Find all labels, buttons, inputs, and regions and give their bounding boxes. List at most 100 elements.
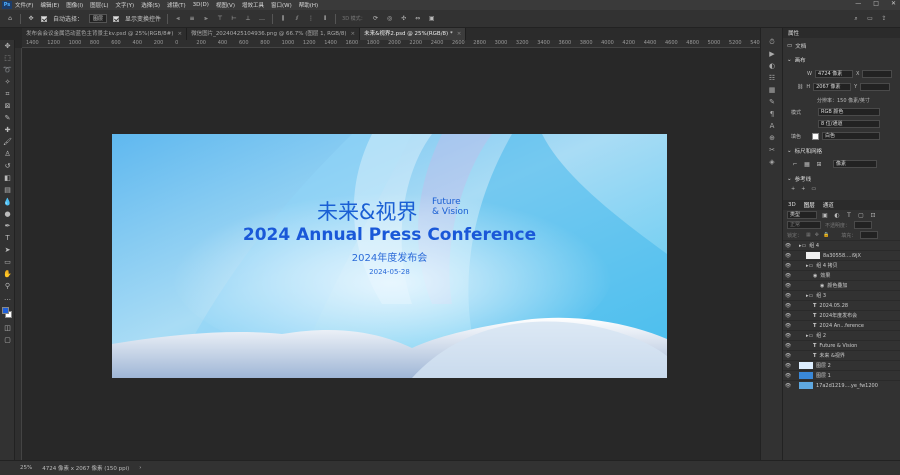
rectangle-tool-icon[interactable]: ▭ bbox=[0, 256, 15, 268]
layer-row[interactable]: 👁 ▸▭ 组 4 bbox=[783, 240, 900, 250]
y-field[interactable] bbox=[860, 83, 891, 91]
guide-add-icon[interactable]: + bbox=[791, 186, 795, 192]
menu-plugins[interactable]: 增效工具 bbox=[242, 1, 264, 9]
menu-image[interactable]: 图像(I) bbox=[66, 1, 83, 9]
clone-source-icon[interactable]: ⊕ bbox=[761, 132, 783, 144]
close-icon[interactable]: × bbox=[177, 31, 182, 37]
tab-properties[interactable]: 属性 bbox=[788, 29, 799, 37]
slide-3d-icon[interactable]: ⇔ bbox=[414, 15, 422, 23]
actions-icon[interactable]: ▶ bbox=[761, 48, 783, 60]
visibility-eye-icon[interactable]: 👁 bbox=[783, 373, 793, 379]
distribute-v-icon[interactable]: ⫽ bbox=[293, 15, 301, 23]
zoom-tool-icon[interactable]: ⚲ bbox=[0, 280, 15, 292]
visibility-eye-icon[interactable]: 👁 bbox=[783, 343, 793, 349]
fill-swatch[interactable] bbox=[812, 132, 819, 140]
gradient-tool-icon[interactable]: ▤ bbox=[0, 184, 15, 196]
menu-filter[interactable]: 滤镜(T) bbox=[167, 1, 186, 9]
close-icon[interactable]: × bbox=[350, 31, 355, 37]
visibility-eye-icon[interactable]: 👁 bbox=[783, 283, 793, 289]
menu-edit[interactable]: 编辑(E) bbox=[40, 1, 59, 9]
path-select-icon[interactable]: ➤ bbox=[0, 244, 15, 256]
pixel-grid-icon[interactable]: ⊞ bbox=[815, 160, 823, 168]
history-brush-icon[interactable]: ↺ bbox=[0, 160, 15, 172]
close-icon[interactable]: × bbox=[457, 31, 462, 37]
grid-icon[interactable]: ▦ bbox=[803, 160, 811, 168]
blur-tool-icon[interactable]: 💧 bbox=[0, 196, 15, 208]
chevron-down-icon[interactable]: ⌄ bbox=[787, 176, 792, 182]
layer-row[interactable]: 👁 17a2d1219....ye_fw1200 bbox=[783, 380, 900, 390]
tab-layers[interactable]: 图层 bbox=[804, 201, 815, 209]
adjustments-icon[interactable]: ◐ bbox=[761, 60, 783, 72]
lock-all-icon[interactable]: 🔒 bbox=[823, 232, 829, 238]
rotate-3d-icon[interactable]: ⟳ bbox=[372, 15, 380, 23]
pen-tool-icon[interactable]: ✒ bbox=[0, 220, 15, 232]
layer-row[interactable]: 👁 ▸▭ 组 3 bbox=[783, 290, 900, 300]
share-icon[interactable]: ⇪ bbox=[880, 15, 888, 23]
visibility-eye-icon[interactable]: 👁 bbox=[783, 353, 793, 359]
menu-help[interactable]: 帮助(H) bbox=[299, 1, 318, 9]
menu-3d[interactable]: 3D(D) bbox=[193, 2, 209, 8]
align-middle-icon[interactable]: ⊢ bbox=[230, 15, 238, 23]
show-transform-checkbox[interactable] bbox=[113, 15, 120, 22]
layer-row[interactable]: 👁 T 2024 An...ference bbox=[783, 320, 900, 330]
layer-row[interactable]: 👁 ◉ 颜色叠加 bbox=[783, 280, 900, 290]
tab-channels[interactable]: 通道 bbox=[823, 201, 834, 209]
layer-row[interactable]: 👁 8a30558....i9jX bbox=[783, 250, 900, 260]
tab-3d[interactable]: 3D bbox=[788, 202, 796, 208]
document-size[interactable]: 4724 像素 x 2067 像素 (150 ppi) bbox=[42, 464, 129, 472]
search-icon[interactable]: ⌕ bbox=[852, 15, 860, 23]
guides-section[interactable]: ⌄ 参考线 bbox=[783, 174, 900, 184]
screen-mode-icon[interactable]: ▢ bbox=[0, 334, 15, 346]
distribute-h-icon[interactable]: ⋮ bbox=[307, 15, 315, 23]
opacity-field[interactable] bbox=[854, 221, 873, 229]
visibility-eye-icon[interactable]: 👁 bbox=[783, 253, 793, 259]
rulers-grid-section[interactable]: ⌄ 标尺和网格 bbox=[783, 146, 900, 156]
distribute-icon[interactable]: ⫼ bbox=[279, 15, 287, 23]
layer-row[interactable]: 👁 T Future & Vision bbox=[783, 340, 900, 350]
layer-row[interactable]: 👁 图层 2 bbox=[783, 360, 900, 370]
move-tool-icon[interactable]: ✥ bbox=[0, 40, 15, 52]
fill-dropdown[interactable]: 白色 bbox=[822, 132, 880, 140]
fill-field[interactable] bbox=[860, 231, 879, 239]
drag-3d-icon[interactable]: ✣ bbox=[400, 15, 408, 23]
filter-smart-icon[interactable]: ⊡ bbox=[869, 211, 877, 219]
roll-3d-icon[interactable]: ◎ bbox=[386, 15, 394, 23]
frame-tool-icon[interactable]: ⊠ bbox=[0, 100, 15, 112]
visibility-eye-icon[interactable]: 👁 bbox=[783, 293, 793, 299]
filter-image-icon[interactable]: ▣ bbox=[821, 211, 829, 219]
camera-icon[interactable]: ▣ bbox=[428, 15, 436, 23]
blend-mode-dropdown[interactable]: 正常 bbox=[787, 221, 821, 229]
visibility-eye-icon[interactable]: 👁 bbox=[783, 363, 793, 369]
zoom-level[interactable]: 25% bbox=[20, 465, 32, 471]
tab-document-3[interactable]: 未来&视界2.psd @ 25%(RGB/8) * × bbox=[360, 28, 467, 40]
marquee-tool-icon[interactable]: ⬚ bbox=[0, 52, 15, 64]
visibility-eye-icon[interactable]: 👁 bbox=[783, 303, 793, 309]
visibility-eye-icon[interactable]: 👁 bbox=[783, 313, 793, 319]
guide-layout-icon[interactable]: ▭ bbox=[811, 186, 816, 192]
ruler-icon[interactable]: ⌐ bbox=[791, 160, 799, 168]
visibility-eye-icon[interactable]: 👁 bbox=[783, 383, 793, 389]
styles-icon[interactable]: ◈ bbox=[761, 156, 783, 168]
visibility-eye-icon[interactable]: 👁 bbox=[783, 333, 793, 339]
more-tools-icon[interactable]: … bbox=[0, 292, 15, 304]
eyedropper-icon[interactable]: ✎ bbox=[0, 112, 15, 124]
lasso-tool-icon[interactable]: ➰ bbox=[0, 64, 15, 76]
vertical-ruler[interactable] bbox=[15, 48, 22, 460]
tab-document-2[interactable]: 微信图片_20240425104936.png @ 66.7% (图层 1, R… bbox=[187, 28, 361, 40]
height-field[interactable]: 2067 像素 bbox=[813, 83, 852, 91]
stamp-tool-icon[interactable]: ♙ bbox=[0, 148, 15, 160]
align-bottom-icon[interactable]: ⊥ bbox=[244, 15, 252, 23]
layer-row[interactable]: 👁 T 未来 &视界 bbox=[783, 350, 900, 360]
tools-icon[interactable]: ✂ bbox=[761, 144, 783, 156]
dodge-tool-icon[interactable]: ● bbox=[0, 208, 15, 220]
move-tool-icon[interactable]: ✥ bbox=[27, 15, 35, 23]
auto-select-dropdown[interactable]: 图层 bbox=[89, 14, 108, 23]
menu-view[interactable]: 视图(V) bbox=[216, 1, 235, 9]
chevron-down-icon[interactable]: ⌄ bbox=[787, 148, 792, 154]
hand-tool-icon[interactable]: ✋ bbox=[0, 268, 15, 280]
document-canvas[interactable]: 未来&视界 Future & Vision 2024 Annual Press … bbox=[112, 134, 667, 378]
lock-move-icon[interactable]: ✥ bbox=[815, 232, 819, 238]
canvas-section[interactable]: ⌄ 画布 bbox=[783, 55, 900, 65]
auto-select-checkbox[interactable] bbox=[41, 15, 47, 22]
layer-filter-dropdown[interactable]: 类型 bbox=[787, 211, 817, 219]
